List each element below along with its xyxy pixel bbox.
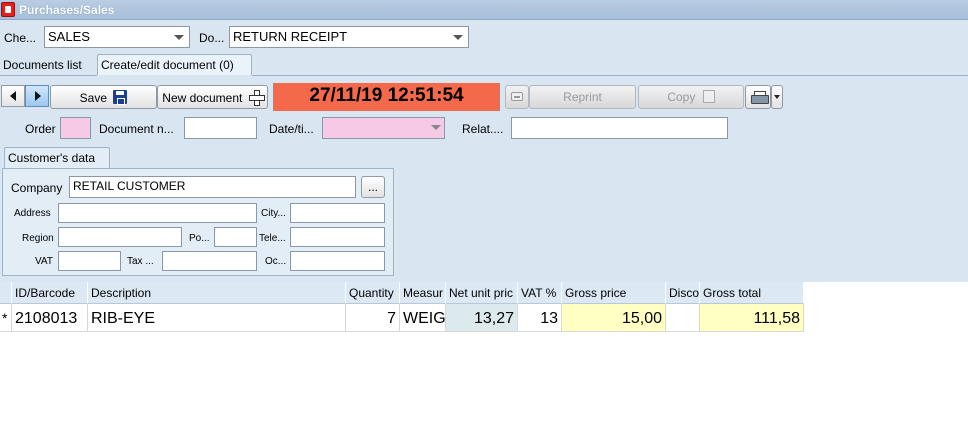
region-label: Region [22, 233, 54, 244]
app-icon [1, 2, 15, 17]
title-bar [0, 0, 968, 20]
tab-divider [252, 75, 968, 76]
checkout-label: Che... [4, 31, 37, 45]
grid-header-description[interactable]: Description [88, 282, 346, 304]
datetime-label: Date/ti... [269, 122, 314, 136]
telephone-label: Tele... [259, 233, 286, 244]
checkout-select-value: SALES [48, 29, 90, 44]
arrow-right-icon [35, 91, 41, 101]
next-button[interactable] [25, 85, 49, 107]
remove-button[interactable] [505, 85, 529, 109]
document-type-select-value: RETURN RECEIPT [233, 29, 348, 44]
postal-code-label: Po... [189, 233, 210, 244]
reprint-button[interactable]: Reprint [529, 85, 636, 109]
company-label: Company [11, 181, 63, 195]
region-field[interactable] [58, 227, 182, 247]
city-field[interactable] [290, 203, 385, 223]
copy-icon [702, 90, 715, 103]
grid-header-gross-total[interactable]: Gross total [700, 282, 804, 304]
chevron-down-icon [774, 95, 780, 99]
chevron-down-icon [174, 35, 184, 40]
tab-customers-data[interactable]: Customer's data [4, 147, 110, 169]
grid-header-marker [0, 282, 12, 304]
document-datetime-display: 27/11/19 12:51:54 [273, 83, 500, 111]
print-options-dropdown[interactable] [771, 85, 783, 109]
vat-label: VAT [35, 256, 53, 267]
floppy-disk-icon [113, 90, 128, 105]
table-row-gross-total[interactable]: 111,58 [700, 304, 804, 332]
document-type-select[interactable]: RETURN RECEIPT [229, 26, 469, 48]
related-document-field[interactable] [511, 117, 728, 139]
table-row-net-unit-price[interactable]: 13,27 [446, 304, 518, 332]
table-row-quantity[interactable]: 7 [346, 304, 400, 332]
print-button[interactable] [745, 85, 771, 109]
address-field[interactable] [58, 203, 257, 223]
table-row-gross-price[interactable]: 15,00 [562, 304, 666, 332]
table-row-id-barcode[interactable]: 2108013 [12, 304, 88, 332]
copy-button-label: Copy [667, 90, 696, 104]
company-field[interactable]: RETAIL CUSTOMER [69, 176, 356, 198]
grid-header-id-barcode[interactable]: ID/Barcode [12, 282, 88, 304]
new-document-button[interactable]: New document [157, 85, 268, 109]
grid-header-vat-percent[interactable]: VAT % [518, 282, 562, 304]
table-row-measure[interactable]: WEIG [400, 304, 446, 332]
table-row-vat-percent[interactable]: 13 [518, 304, 562, 332]
document-number-label: Document n... [99, 122, 174, 136]
browse-customer-button[interactable]: ... [361, 176, 385, 198]
printer-icon [751, 91, 769, 104]
save-button[interactable]: Save [50, 85, 157, 109]
document-number-field[interactable] [184, 117, 257, 139]
tax-office-field[interactable] [162, 251, 257, 271]
grid-header-gross-price[interactable]: Gross price [562, 282, 666, 304]
previous-button[interactable] [1, 85, 25, 107]
occupation-field[interactable] [290, 251, 385, 271]
grid-header-measure[interactable]: Measur [400, 282, 446, 304]
document-type-label: Do... [199, 31, 225, 45]
related-document-label: Relat.... [462, 122, 504, 136]
copy-button[interactable]: Copy [638, 85, 744, 109]
grid-header-net-unit-price[interactable]: Net unit pric [446, 282, 518, 304]
postal-code-field[interactable] [214, 227, 257, 247]
tax-office-label: Tax ... [127, 256, 154, 267]
tab-create-edit-document[interactable]: Create/edit document (0) [97, 54, 252, 75]
table-row-description[interactable]: RIB-EYE [88, 304, 346, 332]
chevron-down-icon [431, 125, 441, 130]
order-label: Order [25, 122, 56, 136]
grid-header-discount[interactable]: Disco [666, 282, 700, 304]
vat-field[interactable] [58, 251, 121, 271]
order-field[interactable] [60, 117, 91, 139]
city-label: City... [261, 208, 286, 219]
checkout-select[interactable]: SALES [44, 26, 190, 48]
minus-icon [511, 92, 523, 101]
save-button-label: Save [79, 91, 107, 105]
plus-icon [248, 90, 265, 106]
row-marker: * [0, 304, 12, 332]
chevron-down-icon [453, 35, 463, 40]
arrow-left-icon [10, 91, 16, 101]
datetime-picker[interactable] [322, 117, 445, 139]
table-row-discount[interactable] [666, 304, 700, 332]
tab-documents-list[interactable]: Documents list [0, 55, 97, 76]
new-document-button-label: New document [162, 91, 243, 105]
address-label: Address [14, 208, 51, 219]
occupation-label: Oc... [265, 256, 287, 267]
grid-header-quantity[interactable]: Quantity [346, 282, 400, 304]
tab-divider [0, 75, 97, 76]
telephone-field[interactable] [290, 227, 385, 247]
window-title: Purchases/Sales [19, 3, 115, 17]
